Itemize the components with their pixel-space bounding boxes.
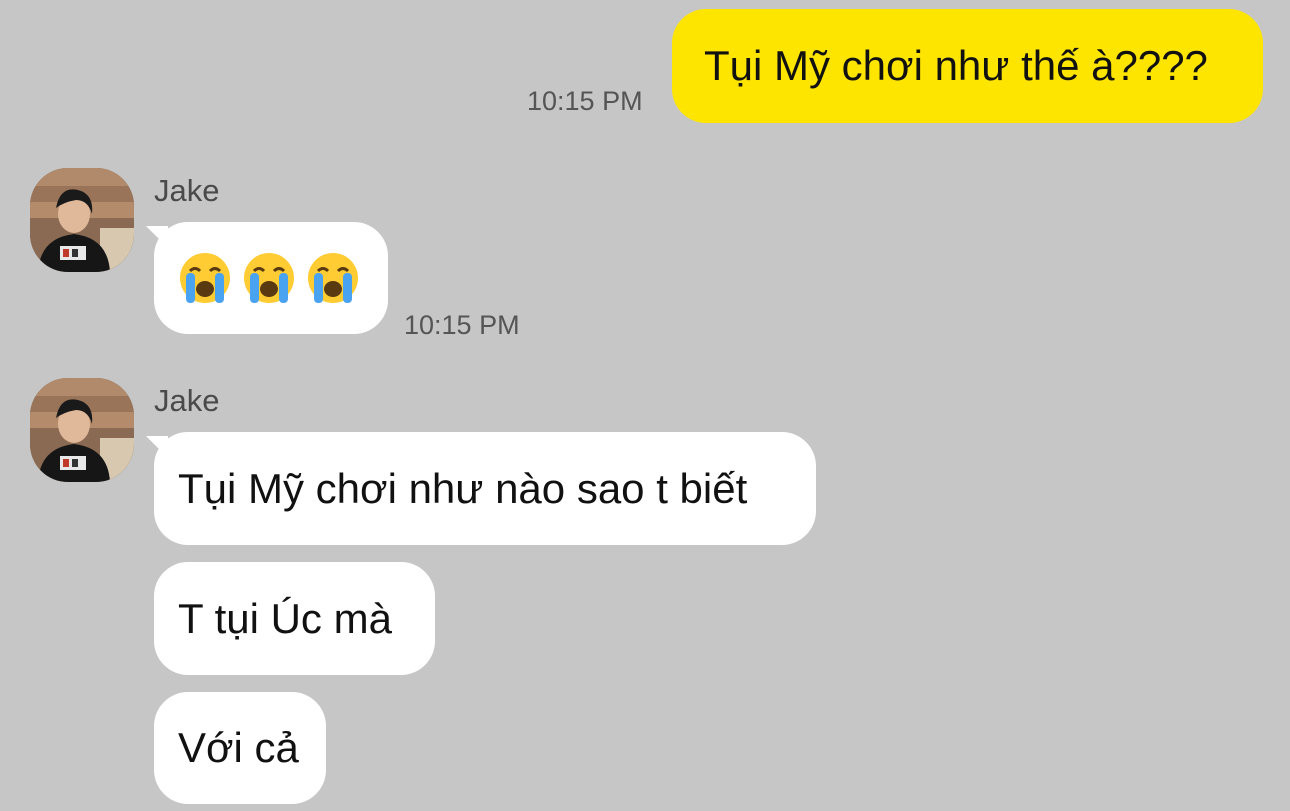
incoming-message-bubble[interactable]: Tụi Mỹ chơi như nào sao t biết	[154, 432, 816, 545]
sender-avatar[interactable]	[30, 378, 134, 482]
loudly-crying-face-icon	[306, 251, 360, 305]
message-timestamp: 10:15 PM	[404, 310, 520, 340]
loudly-crying-face-icon	[242, 251, 296, 305]
incoming-message-bubble[interactable]	[154, 222, 388, 334]
incoming-message-bubble[interactable]: T tụi Úc mà	[154, 562, 435, 675]
sender-avatar[interactable]	[30, 168, 134, 272]
message-text: T tụi Úc mà	[178, 594, 392, 642]
sender-name: Jake	[154, 173, 220, 208]
incoming-message-bubble[interactable]: Với cả	[154, 692, 326, 804]
message-timestamp: 10:15 PM	[527, 86, 643, 116]
message-text: Tụi Mỹ chơi như nào sao t biết	[178, 464, 748, 512]
loudly-crying-face-icon	[178, 251, 232, 305]
message-text: Với cả	[178, 724, 299, 771]
outgoing-message-bubble[interactable]: Tụi Mỹ chơi như thế à????	[672, 9, 1263, 123]
message-text: Tụi Mỹ chơi như thế à????	[704, 42, 1208, 89]
chat-thread: Tụi Mỹ chơi như thế à???? 10:15 PM Jake	[0, 0, 1290, 811]
sender-name: Jake	[154, 383, 220, 418]
